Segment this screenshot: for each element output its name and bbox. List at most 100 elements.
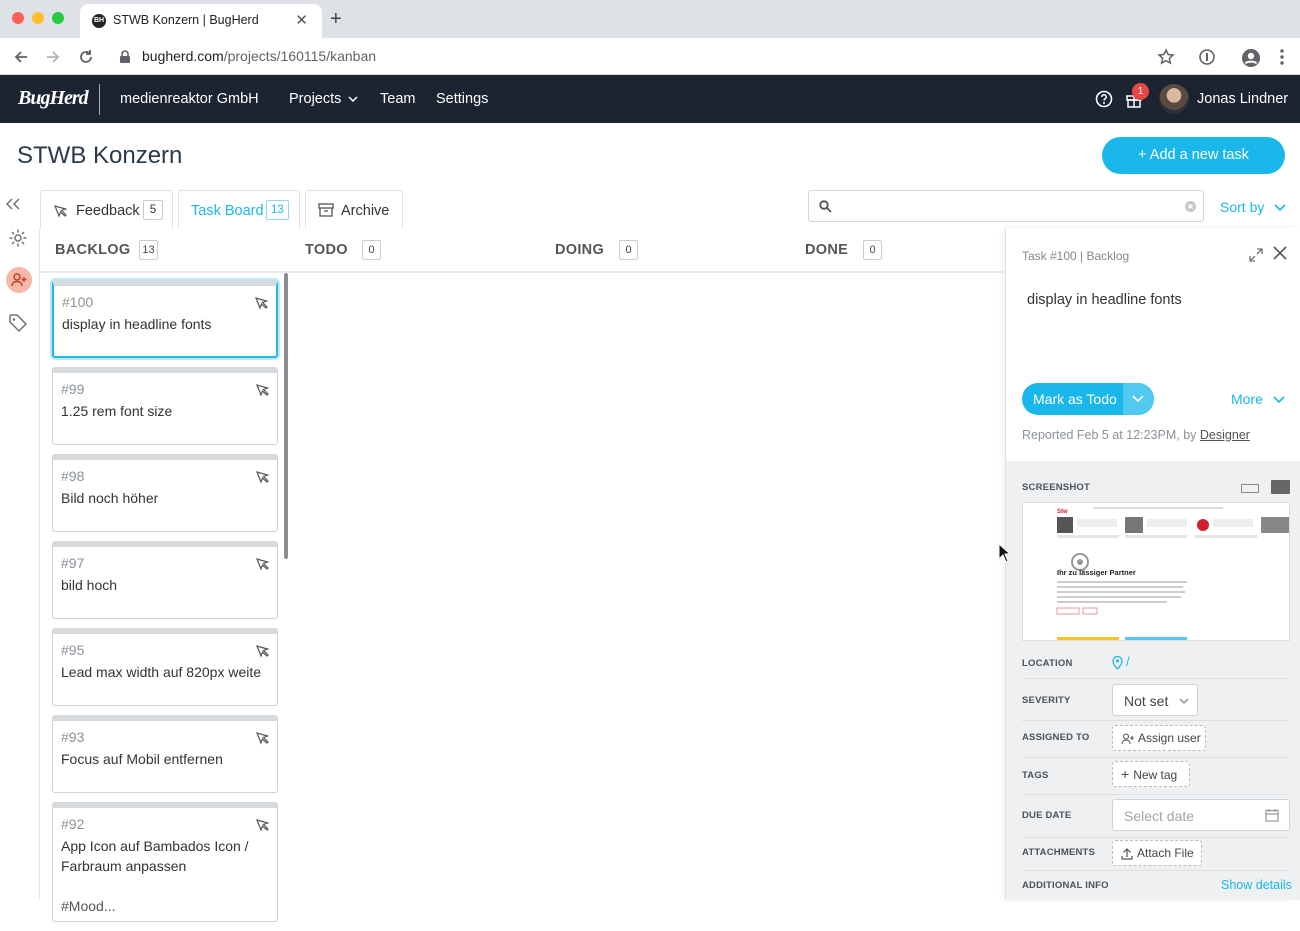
field-divider [1022,870,1289,871]
screenshot-label: SCREENSHOT [1022,482,1090,493]
location-link[interactable]: / [1112,654,1130,670]
tab-archive-label: Archive [341,203,390,219]
bookmark-star-icon[interactable] [1157,48,1175,66]
pointer-icon[interactable] [255,470,269,484]
column-backlog-count: 13 [139,240,158,260]
browser-tab[interactable]: BH STWB Konzern | BugHerd ✕ [80,4,322,38]
task-number: #93 [61,729,85,745]
add-task-button[interactable]: + Add a new task [1102,137,1285,174]
pointer-icon[interactable] [255,557,269,571]
mark-as-todo-button[interactable]: Mark as Todo [1022,383,1154,415]
attach-file-label: Attach File [1137,846,1194,860]
browser-menu-icon[interactable] [1278,48,1286,66]
column-todo-count: 0 [362,240,381,260]
severity-select[interactable]: Not set [1112,684,1198,716]
back-arrow-icon[interactable] [12,48,30,66]
pointer-icon[interactable] [255,818,269,832]
screenshot-thumbnail[interactable]: Stw Ihr zu lässiger Partner [1022,502,1290,641]
reporter-link[interactable]: Designer [1200,428,1250,442]
assigned-to-label: ASSIGNED TO [1022,732,1090,743]
pointer-icon[interactable] [255,383,269,397]
search-icon [819,200,832,213]
field-divider [1022,757,1289,758]
due-date-input[interactable]: Select date [1112,799,1290,831]
screenshot-view-large-icon[interactable] [1271,480,1290,494]
nav-team[interactable]: Team [380,91,415,107]
more-dropdown[interactable]: More [1231,391,1285,407]
chevron-down-icon [1273,396,1285,404]
task-title: Lead max width auf 820px weite [61,664,262,680]
reload-icon[interactable] [77,48,95,66]
extension-icon[interactable] [1198,48,1216,66]
chevron-down-icon [1132,395,1144,403]
tab-task-board[interactable]: Task Board 13 [178,190,300,229]
tab-close-icon[interactable]: ✕ [295,13,308,28]
forward-arrow-icon[interactable] [44,48,62,66]
status-dropdown-toggle[interactable] [1123,383,1154,415]
task-card[interactable]: #93 Focus auf Mobil entfernen [52,715,278,793]
tab-archive[interactable]: Archive [305,190,403,229]
nav-settings[interactable]: Settings [436,91,488,107]
field-divider [1022,678,1289,679]
column-backlog-title: BACKLOG [55,242,131,258]
severity-label: SEVERITY [1022,695,1071,706]
collapse-double-chevron-icon[interactable] [5,197,21,211]
organization-name[interactable]: medienreaktor GmbH [120,91,259,107]
task-title: bild hoch [61,577,118,593]
task-card[interactable]: #100 display in headline fonts [52,280,278,358]
bugherd-logo[interactable]: BugHerd [18,87,89,110]
tag-icon[interactable] [8,313,28,333]
task-number: #95 [61,642,85,658]
pointer-icon[interactable] [255,731,269,745]
upload-icon [1121,847,1133,860]
map-pin-icon [1112,655,1123,670]
tab-feedback[interactable]: Feedback 5 [40,190,173,229]
profile-icon[interactable] [1241,48,1261,68]
column-done-count: 0 [863,240,882,260]
backlog-scrollbar[interactable] [284,273,288,559]
task-number: #98 [61,468,85,484]
user-avatar[interactable] [1159,84,1189,114]
clear-search-icon[interactable] [1185,201,1196,212]
task-card[interactable]: #95 Lead max width auf 820px weite [52,628,278,706]
new-tag-button[interactable]: + New tag [1112,761,1190,787]
sort-by-dropdown[interactable]: Sort by [1220,199,1286,215]
screenshot-heading: Ihr zu lässiger Partner [1057,568,1136,577]
window-minimize-dot[interactable] [32,12,44,24]
window-close-dot[interactable] [12,12,24,24]
archive-box-icon [318,203,334,217]
pointer-icon[interactable] [254,296,268,310]
task-card[interactable]: #97 bild hoch [52,541,278,619]
add-user-icon [1121,733,1134,744]
task-card[interactable]: #98 Bild noch höher [52,454,278,532]
window-zoom-dot[interactable] [52,12,64,24]
new-tab-icon[interactable]: + [330,9,342,29]
task-card[interactable]: #99 1.25 rem font size [52,367,278,445]
pointer-icon[interactable] [255,644,269,658]
nav-projects[interactable]: Projects [289,91,358,107]
url-text[interactable]: bugherd.com/projects/160115/kanban [142,48,376,64]
due-date-placeholder: Select date [1124,808,1195,824]
add-user-rail-button[interactable] [6,267,32,293]
search-input[interactable] [808,190,1204,222]
task-title: display in headline fonts [62,316,212,332]
task-description[interactable]: display in headline fonts [1027,292,1182,308]
gear-icon[interactable] [8,228,28,248]
task-title: Focus auf Mobil entfernen [61,751,223,767]
help-icon[interactable] [1095,90,1113,108]
assign-user-button[interactable]: Assign user [1112,725,1206,751]
close-icon[interactable] [1273,246,1287,260]
due-date-label: DUE DATE [1022,810,1072,821]
screenshot-view-small-icon[interactable] [1241,484,1259,493]
show-details-link[interactable]: Show details [1221,878,1292,892]
reported-text: Reported Feb 5 at 12:23PM, by [1022,428,1197,442]
user-name[interactable]: Jonas Lindner [1197,91,1288,107]
more-label: More [1231,391,1263,407]
attach-file-button[interactable]: Attach File [1112,840,1202,866]
mouse-cursor-icon [998,543,1012,563]
column-todo-title: TODO [305,242,348,258]
expand-icon[interactable] [1249,248,1263,262]
task-card[interactable]: #92 App Icon auf Bambados Icon / Farbrau… [52,802,278,922]
calendar-icon [1265,809,1279,822]
chevron-down-icon [1274,204,1286,212]
